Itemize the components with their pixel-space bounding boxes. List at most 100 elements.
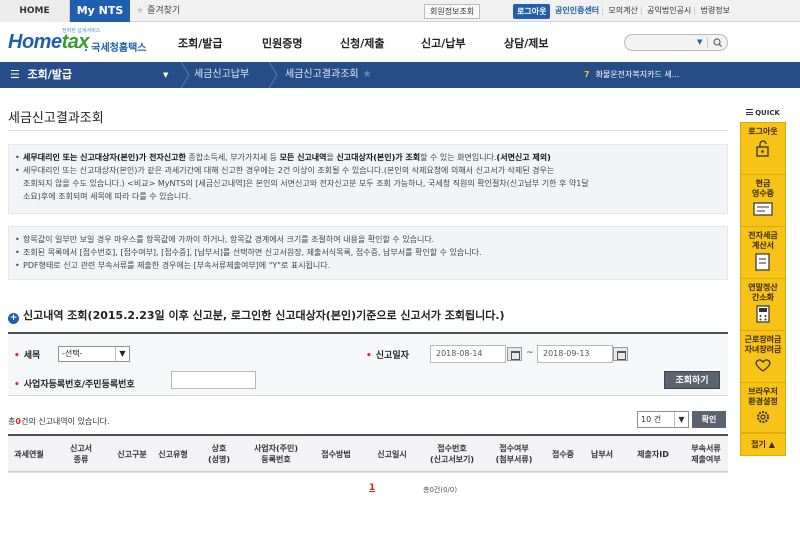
chevron-down-icon[interactable]: ▼: [697, 38, 702, 46]
tax-type-label: • 세목: [14, 351, 41, 361]
search-box[interactable]: ▼: [624, 34, 728, 51]
confirm-button[interactable]: 확인: [692, 411, 726, 428]
quick-item-label: 로그아웃: [748, 127, 778, 136]
table-bottom-line: [8, 472, 728, 473]
date-to-input[interactable]: 2018-09-13: [537, 345, 613, 363]
logout-button[interactable]: 로그아웃: [513, 4, 551, 19]
gnb-application[interactable]: 신청/제출: [340, 35, 385, 51]
header: 전자한 납세서비스 Hometax . 국세청홈택스 조회/발급 민원증명 신청…: [0, 22, 800, 62]
regno-label: • 사업자등록번호/주민등록번호: [14, 380, 135, 390]
regno-input[interactable]: [171, 371, 256, 389]
date-range-separator: ~: [526, 348, 534, 358]
chevron-down-icon[interactable]: ▼: [163, 62, 168, 88]
chevron-right-icon: [180, 62, 190, 88]
home-tab[interactable]: HOME: [0, 0, 70, 22]
info-line: 소요)후에 조회되며 세목에 따라 다를 수 있습니다.: [23, 192, 192, 201]
info-line: • 항목값이 일부만 보일 경우 마우스를 항목값에 가까이 하거나, 항목값 경…: [15, 235, 435, 244]
search-icon[interactable]: [711, 37, 725, 48]
divider: [8, 130, 728, 131]
breadcrumb-item-current[interactable]: 세금신고결과조회 ★: [285, 62, 372, 88]
hamburger-icon: [746, 109, 754, 115]
pagination-page[interactable]: 1: [369, 483, 375, 493]
col-receipt-method[interactable]: 접수방법: [308, 436, 364, 472]
invoice-icon: [755, 253, 770, 271]
menu-label: 조회/발급: [27, 68, 73, 81]
info-line: • PDF형태로 신고 관련 부속서류를 제출한 경우에는 [부속서류제출여부]에…: [15, 261, 331, 270]
info-box-help: • 항목값이 일부만 보일 경우 마우스를 항목값에 가까이 하거나, 항목값 경…: [8, 226, 728, 280]
utility-bar: HOME My NTS ★ 즐겨찾기 회원정보조회 로그아웃 공인인증센터 | 모의…: [0, 0, 800, 22]
hometax-logo[interactable]: 전자한 납세서비스 Hometax . 국세청홈택스: [8, 25, 148, 59]
col-report-kind[interactable]: 신고유형: [152, 436, 194, 472]
col-tax-period[interactable]: 과세연월: [8, 436, 50, 472]
col-receipt-status[interactable]: 접수여부 (첨부서류): [484, 436, 544, 472]
public-disclosure-link[interactable]: 공익법인공시: [645, 6, 693, 15]
date-from-input[interactable]: 2018-08-14: [430, 345, 506, 363]
chevron-right-icon: [268, 62, 278, 88]
col-payment-slip[interactable]: 납부서: [582, 436, 622, 472]
law-info-link[interactable]: 법령정보: [699, 6, 732, 15]
quick-item-label: 근로장려금 자녀장려금: [744, 335, 782, 354]
tax-type-select[interactable]: -선택- ▼: [58, 346, 130, 362]
breadcrumb-bar: ☰ 조회/발급 ▼ 세금신고납부 세금신고결과조회 ★ 7 화물운전자복지카드 세.…: [0, 62, 800, 88]
result-count: 총0건의 신고내역이 있습니다.: [8, 417, 110, 426]
quick-item-label: 전자세금 계산서: [748, 231, 778, 250]
member-info-button[interactable]: 회원정보조회: [424, 4, 481, 19]
gnb-consult[interactable]: 상담/제보: [504, 35, 549, 51]
calculator-icon: [756, 305, 770, 323]
calendar-icon[interactable]: [613, 347, 628, 361]
rows-per-page-select[interactable]: 10 건 ▼: [637, 411, 689, 428]
col-receipt-cert[interactable]: 접수증: [544, 436, 582, 472]
quick-incentive[interactable]: 근로장려금 자녀장려금: [741, 331, 785, 383]
col-attachment[interactable]: 부속서류 제출여부: [684, 436, 728, 472]
quick-year-end-settlement[interactable]: 연말정산 간소화: [741, 279, 785, 331]
breadcrumb-item-tax-report[interactable]: 세금신고납부: [194, 62, 249, 88]
mock-calc-link[interactable]: 모의계산: [606, 6, 639, 15]
plus-circle-icon: +: [8, 313, 19, 324]
favorite-link[interactable]: ★ 즐겨찾기: [136, 0, 180, 22]
calendar-icon[interactable]: [507, 347, 522, 361]
col-report-class[interactable]: 신고구분: [112, 436, 152, 472]
quick-e-tax-invoice[interactable]: 전자세금 계산서: [741, 227, 785, 279]
star-icon: ★: [136, 6, 145, 16]
result-table-header: 과세연월 신고서 종류 신고구분 신고유형 상호 (성명) 사업자(주민) 등록…: [8, 434, 728, 472]
col-submitter-id[interactable]: 제출자ID: [622, 436, 684, 472]
gnb-report[interactable]: 신고/납부: [421, 35, 466, 51]
info-line: • 세무대리인 또는 신고대상자(본인)가 전자신고한 종합소득세, 부가가치세 …: [15, 153, 551, 162]
quick-menu-title: QUICK: [740, 104, 786, 122]
gear-icon: [757, 411, 769, 423]
hamburger-icon: ☰: [10, 68, 20, 81]
search-form: • 세목 -선택- ▼ • 신고일자 2018-08-14 ~ 2018-09-13 …: [8, 332, 728, 396]
info-box-main: • 세무대리인 또는 신고대상자(본인)가 전자신고한 종합소득세, 부가가치세 …: [8, 144, 728, 214]
col-receipt-number[interactable]: 접수번호 (신고서보기): [420, 436, 484, 472]
quick-browser-settings[interactable]: 브라우저 환경설정: [741, 383, 785, 433]
receipt-icon: [753, 202, 773, 216]
page-title: 세금신고결과조회: [8, 111, 104, 126]
search-button[interactable]: 조회하기: [664, 371, 720, 389]
gnb-inquiry[interactable]: 조회/발급: [178, 35, 223, 51]
logo-wordmark: Hometax: [8, 31, 89, 53]
quick-item-label: 브라우저 환경설정: [748, 387, 778, 406]
menu-toggle[interactable]: ☰ 조회/발급: [10, 62, 72, 88]
favorite-label: 즐겨찾기: [147, 6, 181, 16]
heart-icon: [755, 359, 771, 372]
chevron-down-icon: ▼: [674, 412, 688, 427]
quick-cash-receipt[interactable]: 현금 영수증: [741, 175, 785, 227]
info-line: • 조회된 목록에서 [접수번호], [접수여부], [접수증], [납부서]를 …: [15, 248, 482, 257]
quick-logout[interactable]: 로그아웃: [741, 123, 785, 175]
logo-korean: . 국세청홈택스: [84, 43, 147, 54]
cert-center-link[interactable]: 공인인증센터: [553, 6, 601, 15]
col-report-datetime[interactable]: 신고일시: [364, 436, 420, 472]
col-report-type[interactable]: 신고서 종류: [50, 436, 112, 472]
mynts-tab[interactable]: My NTS: [70, 0, 130, 22]
gnb-certificate[interactable]: 민원증명: [262, 35, 302, 51]
info-line: • 세무대리인 또는 신고대상자(본인)가 같은 과세기간에 대해 신고한 경우에…: [15, 166, 555, 175]
quick-menu: QUICK 로그아웃 현금 영수증 전자세금 계산서 연말정산 간소화 근로장려…: [740, 104, 786, 456]
notice-ticker[interactable]: 7 화물운전자복지카드 세...: [584, 62, 679, 88]
col-company-name[interactable]: 상호 (성명): [194, 436, 244, 472]
star-icon[interactable]: ★: [363, 69, 372, 80]
chevron-up-icon: ▲: [768, 440, 775, 449]
pagination-total: 총0건(0/0): [423, 486, 458, 494]
util-links: 공인인증센터 | 모의계산 | 공익법인공시 | 법령정보: [553, 6, 732, 15]
col-reg-number[interactable]: 사업자(주민) 등록번호: [244, 436, 308, 472]
quick-collapse-button[interactable]: 접기 ▲: [740, 434, 786, 456]
